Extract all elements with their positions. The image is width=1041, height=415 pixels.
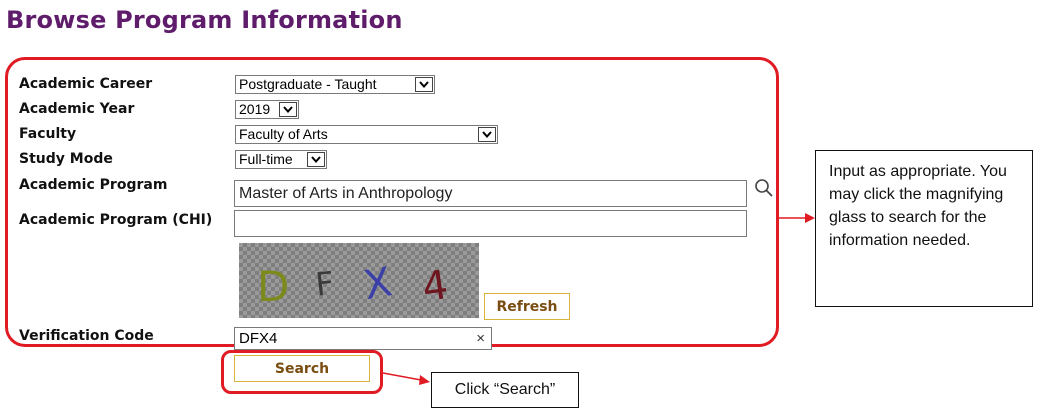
arrow-head-icon bbox=[419, 375, 430, 385]
arrow-head-icon bbox=[805, 213, 815, 223]
annotation-arrows bbox=[382, 213, 815, 385]
callout-arrow-line bbox=[382, 372, 422, 381]
